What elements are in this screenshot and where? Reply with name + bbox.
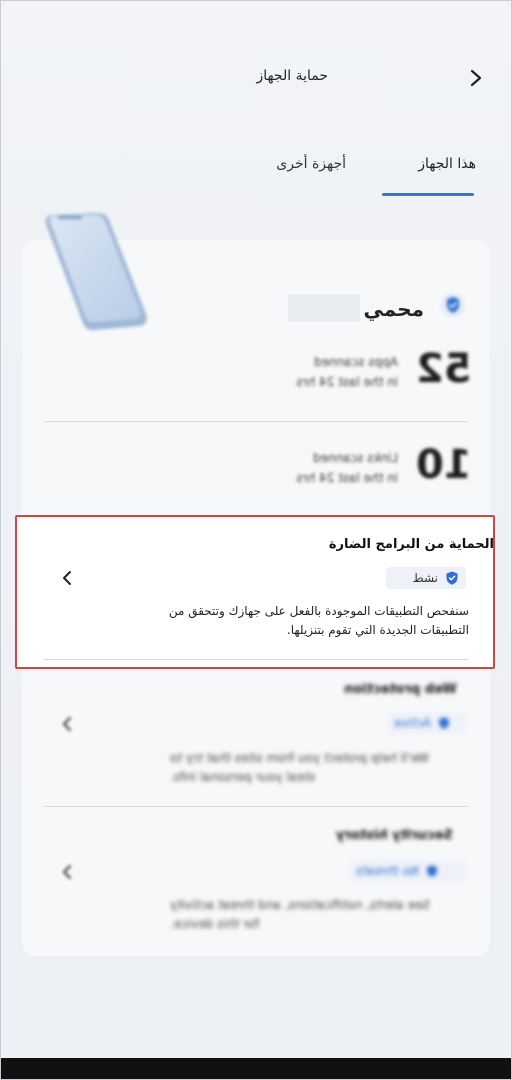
apps-scanned-line2: in the last 24 hrs [296, 375, 398, 389]
web-open-button[interactable] [58, 714, 78, 734]
history-status-text: No threats [356, 864, 419, 878]
tab-other-devices[interactable]: أجهزة أخرى [276, 156, 346, 172]
shield-check-icon [446, 571, 458, 585]
active-tab-indicator [382, 193, 474, 196]
links-scanned-line2: in the last 24 hrs [296, 471, 398, 485]
bottom-navigation-bar [0, 1058, 512, 1080]
chevron-left-icon [62, 717, 71, 731]
links-scanned-line1: Links scanned [312, 451, 398, 465]
chevron-right-icon [470, 69, 482, 87]
back-button[interactable] [462, 64, 490, 92]
history-description: See alerts, notifications, and threat ac… [170, 896, 470, 934]
chevron-left-icon [62, 865, 71, 879]
links-scanned-label: Links scanned in the last 24 hrs [262, 448, 398, 488]
web-desc-line2: steal your personal info. [170, 770, 316, 784]
web-desc-line1: We'll help protect you from sites that t… [170, 751, 430, 765]
malware-desc-line1: سنفحص التطبيقات الموجودة بالفعل على جهاز… [168, 604, 469, 618]
malware-status-text: نشط [412, 571, 438, 585]
malware-divider [44, 659, 468, 660]
web-status-text: Active [394, 716, 432, 730]
apps-scanned-line1: Apps scanned [314, 355, 398, 369]
device-status-label: محمي [363, 297, 424, 321]
web-section-title: Web protection [344, 682, 457, 697]
malware-section-title: الحماية من البرامج الضارة [328, 537, 494, 552]
shield-check-icon [440, 292, 466, 318]
malware-description: سنفحص التطبيقات الموجودة بالفعل على جهاز… [29, 602, 469, 640]
history-desc-line2: for this device. [170, 917, 260, 931]
history-status-badge: No threats [350, 860, 466, 882]
stats-divider [44, 421, 468, 422]
shield-icon [439, 717, 449, 729]
device-name-redaction [288, 294, 360, 322]
malware-open-button[interactable] [58, 568, 78, 588]
history-section-title: Security history [336, 828, 453, 843]
shield-icon [427, 865, 437, 877]
web-status-badge: Active [388, 712, 466, 734]
malware-status-badge: نشط [386, 567, 466, 589]
history-open-button[interactable] [58, 862, 78, 882]
chevron-left-icon [63, 571, 71, 585]
phone-illustration [45, 213, 147, 331]
web-description: We'll help protect you from sites that t… [170, 749, 470, 787]
web-divider [44, 806, 468, 807]
apps-scanned-count: 52 [416, 346, 472, 392]
history-desc-line1: See alerts, notifications, and threat ac… [170, 898, 431, 912]
malware-desc-line2: التطبيقات الجديدة التي تقوم بتنزيلها. [286, 623, 469, 637]
links-scanned-count: 10 [416, 442, 472, 488]
page-title: حماية الجهاز [256, 68, 328, 84]
tab-this-device[interactable]: هذا الجهاز [418, 156, 476, 172]
apps-scanned-label: Apps scanned in the last 24 hrs [262, 352, 398, 392]
